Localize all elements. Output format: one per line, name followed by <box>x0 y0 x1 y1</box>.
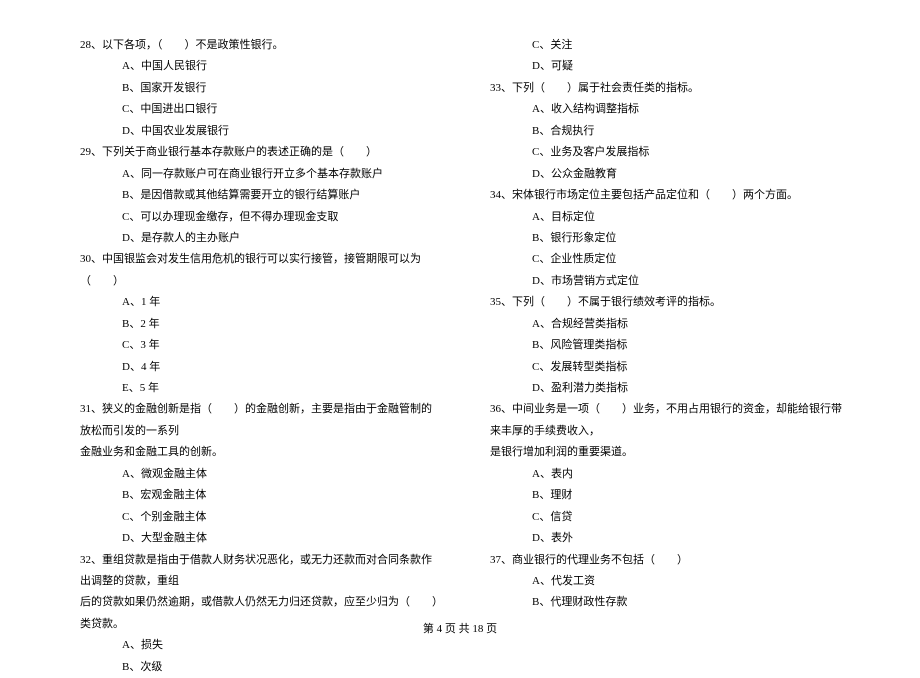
q29-option-b: B、是因借款或其他结算需要开立的银行结算账户 <box>80 185 440 206</box>
q34-option-a: A、目标定位 <box>490 207 850 228</box>
q31-option-d: D、大型金融主体 <box>80 528 440 549</box>
question-30: 30、中国银监会对发生信用危机的银行可以实行接管，接管期限可以为（ ） A、1 … <box>80 249 440 399</box>
q32-stem-line1: 32、重组贷款是指由于借款人财务状况恶化，或无力还款而对合同条款作出调整的贷款，… <box>80 550 440 593</box>
q37-option-a: A、代发工资 <box>490 571 850 592</box>
q28-option-b: B、国家开发银行 <box>80 78 440 99</box>
q31-stem-line1: 31、狭义的金融创新是指（ ）的金融创新，主要是指由于金融管制的放松而引发的一系… <box>80 399 440 442</box>
q31-option-b: B、宏观金融主体 <box>80 485 440 506</box>
q29-stem: 29、下列关于商业银行基本存款账户的表述正确的是（ ） <box>80 142 440 163</box>
q30-option-e: E、5 年 <box>80 378 440 399</box>
q36-option-a: A、表内 <box>490 464 850 485</box>
q34-option-d: D、市场营销方式定位 <box>490 271 850 292</box>
q36-option-c: C、信贷 <box>490 507 850 528</box>
right-column: C、关注 D、可疑 33、下列（ ）属于社会责任类的指标。 A、收入结构调整指标… <box>490 35 850 678</box>
question-33: 33、下列（ ）属于社会责任类的指标。 A、收入结构调整指标 B、合规执行 C、… <box>490 78 850 185</box>
q28-stem: 28、以下各项，（ ）不是政策性银行。 <box>80 35 440 56</box>
q35-option-b: B、风险管理类指标 <box>490 335 850 356</box>
question-31: 31、狭义的金融创新是指（ ）的金融创新，主要是指由于金融管制的放松而引发的一系… <box>80 399 440 549</box>
q34-option-c: C、企业性质定位 <box>490 249 850 270</box>
q32-option-c: C、关注 <box>490 35 850 56</box>
q35-option-a: A、合规经营类指标 <box>490 314 850 335</box>
q30-stem: 30、中国银监会对发生信用危机的银行可以实行接管，接管期限可以为（ ） <box>80 249 440 292</box>
question-36: 36、中间业务是一项（ ）业务，不用占用银行的资金，却能给银行带来丰厚的手续费收… <box>490 399 850 549</box>
q34-option-b: B、银行形象定位 <box>490 228 850 249</box>
q37-stem: 37、商业银行的代理业务不包括（ ） <box>490 550 850 571</box>
q30-option-a: A、1 年 <box>80 292 440 313</box>
question-32-continued: C、关注 D、可疑 <box>490 35 850 78</box>
q35-stem: 35、下列（ ）不属于银行绩效考评的指标。 <box>490 292 850 313</box>
q29-option-d: D、是存款人的主办账户 <box>80 228 440 249</box>
q37-option-b: B、代理财政性存款 <box>490 592 850 613</box>
q32-option-d: D、可疑 <box>490 56 850 77</box>
q28-option-c: C、中国进出口银行 <box>80 99 440 120</box>
q33-option-b: B、合规执行 <box>490 121 850 142</box>
q28-option-a: A、中国人民银行 <box>80 56 440 77</box>
q30-option-b: B、2 年 <box>80 314 440 335</box>
q31-option-c: C、个别金融主体 <box>80 507 440 528</box>
q36-stem-line1: 36、中间业务是一项（ ）业务，不用占用银行的资金，却能给银行带来丰厚的手续费收… <box>490 399 850 442</box>
question-37: 37、商业银行的代理业务不包括（ ） A、代发工资 B、代理财政性存款 <box>490 550 850 614</box>
q33-option-a: A、收入结构调整指标 <box>490 99 850 120</box>
q36-option-b: B、理财 <box>490 485 850 506</box>
q32-option-b: B、次级 <box>80 657 440 678</box>
question-34: 34、宋体银行市场定位主要包括产品定位和（ ）两个方面。 A、目标定位 B、银行… <box>490 185 850 292</box>
q35-option-c: C、发展转型类指标 <box>490 357 850 378</box>
q34-stem: 34、宋体银行市场定位主要包括产品定位和（ ）两个方面。 <box>490 185 850 206</box>
left-column: 28、以下各项，（ ）不是政策性银行。 A、中国人民银行 B、国家开发银行 C、… <box>80 35 440 678</box>
two-column-layout: 28、以下各项，（ ）不是政策性银行。 A、中国人民银行 B、国家开发银行 C、… <box>80 35 850 678</box>
question-29: 29、下列关于商业银行基本存款账户的表述正确的是（ ） A、同一存款账户可在商业… <box>80 142 440 249</box>
q29-option-c: C、可以办理现金缴存，但不得办理现金支取 <box>80 207 440 228</box>
q31-stem-line2: 金融业务和金融工具的创新。 <box>80 442 440 463</box>
q33-stem: 33、下列（ ）属于社会责任类的指标。 <box>490 78 850 99</box>
question-32: 32、重组贷款是指由于借款人财务状况恶化，或无力还款而对合同条款作出调整的贷款，… <box>80 550 440 678</box>
q29-option-a: A、同一存款账户可在商业银行开立多个基本存款账户 <box>80 164 440 185</box>
q30-option-d: D、4 年 <box>80 357 440 378</box>
q35-option-d: D、盈利潜力类指标 <box>490 378 850 399</box>
q31-option-a: A、微观金融主体 <box>80 464 440 485</box>
q36-stem-line2: 是银行增加利润的重要渠道。 <box>490 442 850 463</box>
question-35: 35、下列（ ）不属于银行绩效考评的指标。 A、合规经营类指标 B、风险管理类指… <box>490 292 850 399</box>
q33-option-c: C、业务及客户发展指标 <box>490 142 850 163</box>
q36-option-d: D、表外 <box>490 528 850 549</box>
q30-option-c: C、3 年 <box>80 335 440 356</box>
page-footer: 第 4 页 共 18 页 <box>0 619 920 640</box>
q33-option-d: D、公众金融教育 <box>490 164 850 185</box>
question-28: 28、以下各项，（ ）不是政策性银行。 A、中国人民银行 B、国家开发银行 C、… <box>80 35 440 142</box>
q28-option-d: D、中国农业发展银行 <box>80 121 440 142</box>
